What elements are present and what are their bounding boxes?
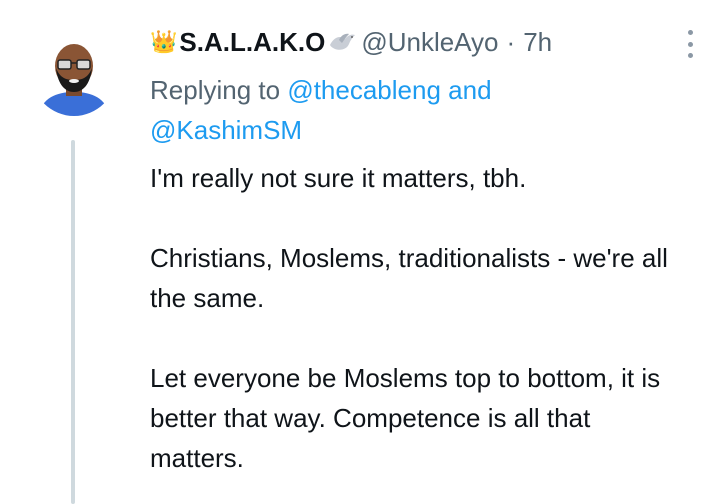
- tweet-text: I'm really not sure it matters, tbh. Chr…: [150, 158, 690, 478]
- replying-to-conjunction: and: [448, 75, 492, 105]
- crown-icon: 👑: [150, 29, 178, 54]
- display-name[interactable]: S.A.L.A.K.O: [179, 24, 325, 60]
- tweet-timestamp[interactable]: 7h: [523, 24, 552, 60]
- thread-connector-line: [71, 140, 75, 504]
- tweet-paragraph: Christians, Moslems, traditionalists - w…: [150, 243, 668, 313]
- mention-thecableng[interactable]: @thecableng: [287, 75, 441, 105]
- mention-kashimsm[interactable]: @KashimSM: [150, 115, 302, 145]
- separator-dot: ·: [506, 27, 516, 57]
- dove-icon: [330, 33, 356, 50]
- avatar[interactable]: [32, 32, 116, 116]
- replying-to-line: Replying to @thecableng and @KashimSM: [150, 70, 650, 150]
- tweet-paragraph: Let everyone be Moslems top to bottom, i…: [150, 363, 661, 473]
- more-options-icon[interactable]: [686, 30, 694, 58]
- tweet-paragraph: I'm really not sure it matters, tbh.: [150, 163, 527, 193]
- avatar-image: [32, 32, 116, 116]
- replying-to-label: Replying to: [150, 75, 281, 105]
- user-handle[interactable]: @UnkleAyo: [361, 24, 498, 60]
- tweet-header: 👑 S.A.L.A.K.O @UnkleAyo · 7h: [150, 24, 660, 60]
